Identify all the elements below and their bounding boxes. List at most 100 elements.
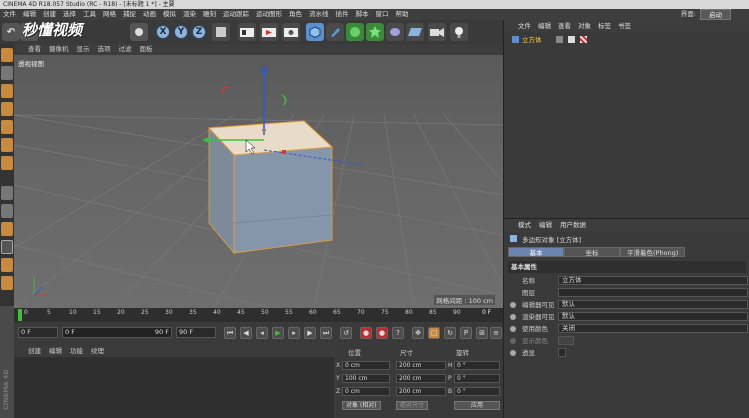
tab-phong[interactable]: 平滑着色(Phong) <box>620 247 686 257</box>
rotation-b-field[interactable]: 0 ° <box>454 387 500 396</box>
rotation-p-field[interactable]: 0 ° <box>454 374 500 383</box>
menu-mograph[interactable]: 运动图形 <box>256 9 282 20</box>
cloner-icon[interactable] <box>366 23 384 41</box>
scale-key-icon[interactable]: □ <box>428 327 440 339</box>
xray-checkbox[interactable] <box>558 348 566 357</box>
position-y-field[interactable]: 100 cm <box>342 374 390 383</box>
floor-icon[interactable] <box>406 23 424 41</box>
at-menu-mode[interactable]: 模式 <box>518 219 531 232</box>
model-mode-icon[interactable] <box>1 66 13 80</box>
editor-visible-dropdown[interactable]: 默认 <box>558 300 748 309</box>
snap-icon[interactable] <box>1 222 13 236</box>
at-menu-edit[interactable]: 编辑 <box>539 219 552 232</box>
tab-basic[interactable]: 基本 <box>508 247 564 257</box>
end-frame-field[interactable]: 90 F <box>176 327 216 338</box>
menu-script[interactable]: 脚本 <box>356 9 369 20</box>
move-key-icon[interactable]: ✥ <box>412 327 424 339</box>
play-icon[interactable]: ▶ <box>272 327 284 339</box>
goto-start-icon[interactable]: ⏮ <box>224 327 236 339</box>
tweak-mode-icon[interactable] <box>1 204 13 218</box>
autokey-icon[interactable]: ● <box>376 327 388 339</box>
menu-simulate[interactable]: 模拟 <box>163 9 176 20</box>
rotate-key-icon[interactable]: ↻ <box>444 327 456 339</box>
loop-icon[interactable]: ↺ <box>340 327 352 339</box>
menu-mesh[interactable]: 网格 <box>103 9 116 20</box>
subdivision-surface-icon[interactable] <box>346 23 364 41</box>
vp-menu-display[interactable]: 显示 <box>77 44 90 55</box>
om-menu-view[interactable]: 查看 <box>558 20 571 32</box>
planar-workplane-icon[interactable] <box>1 258 13 272</box>
cube-object[interactable] <box>207 120 334 255</box>
light-icon[interactable] <box>450 23 468 41</box>
prev-key-icon[interactable]: ◀ <box>240 327 252 339</box>
apply-button[interactable]: 应用 <box>454 401 500 410</box>
menu-character[interactable]: 角色 <box>289 9 302 20</box>
size-y-field[interactable]: 200 cm <box>396 374 446 383</box>
animate-radio-icon[interactable] <box>510 326 516 332</box>
menu-sculpt[interactable]: 雕刻 <box>203 9 216 20</box>
menu-motion-tracking[interactable]: 运动跟踪 <box>223 9 249 20</box>
render-picture-viewer-icon[interactable] <box>260 23 278 41</box>
animate-radio-icon[interactable] <box>510 302 516 308</box>
coordinate-mode-dropdown[interactable]: 对象 (相对) <box>342 401 381 410</box>
texture-mode-icon[interactable] <box>1 84 13 98</box>
use-color-dropdown[interactable]: 关闭 <box>558 324 748 333</box>
menu-help[interactable]: 帮助 <box>396 9 409 20</box>
position-z-field[interactable]: 0 cm <box>342 387 390 396</box>
object-name[interactable]: 立方体 <box>522 36 542 44</box>
deformer-icon[interactable] <box>386 23 404 41</box>
polygons-mode-icon[interactable] <box>1 156 13 170</box>
animate-radio-icon[interactable] <box>510 338 516 344</box>
workplane-mode-icon[interactable] <box>1 102 13 116</box>
mat-menu-function[interactable]: 功能 <box>70 346 83 357</box>
timeline-ruler[interactable]: 0 5 10 15 20 25 30 35 40 45 50 55 60 65 … <box>14 308 503 322</box>
display-color-swatch[interactable] <box>558 336 574 345</box>
undo-icon[interactable]: ↶ <box>2 23 20 41</box>
phong-tag-icon[interactable] <box>580 36 587 43</box>
vp-menu-view[interactable]: 查看 <box>28 44 41 55</box>
vp-menu-cameras[interactable]: 摄像机 <box>49 44 69 55</box>
menu-plugins[interactable]: 插件 <box>336 9 349 20</box>
camera-icon[interactable] <box>428 23 446 41</box>
next-frame-icon[interactable]: ▸ <box>288 327 300 339</box>
size-mode-dropdown[interactable]: 绝对尺寸 <box>396 401 429 410</box>
om-menu-file[interactable]: 文件 <box>518 20 531 32</box>
menu-snap[interactable]: 捕捉 <box>123 9 136 20</box>
record-icon[interactable]: ● <box>360 327 372 339</box>
menu-render[interactable]: 渲染 <box>183 9 196 20</box>
visibility-dots-icon[interactable] <box>556 36 563 43</box>
vp-menu-filter[interactable]: 过滤 <box>119 44 132 55</box>
magnet-icon[interactable] <box>1 276 13 290</box>
menu-pipeline[interactable]: 流水线 <box>309 9 329 20</box>
prev-frame-icon[interactable]: ◂ <box>256 327 268 339</box>
rotation-h-field[interactable]: 0 ° <box>454 361 500 370</box>
om-menu-tags[interactable]: 标签 <box>598 20 611 32</box>
menu-window[interactable]: 窗口 <box>376 9 389 20</box>
make-editable-icon[interactable] <box>1 48 13 62</box>
perspective-viewport[interactable]: 透视视图 网格间距 : 100 cm <box>14 55 503 308</box>
render-view-icon[interactable] <box>238 23 256 41</box>
animate-radio-icon[interactable] <box>510 350 516 356</box>
tab-coord[interactable]: 坐标 <box>564 247 620 257</box>
position-x-field[interactable]: 0 cm <box>342 361 390 370</box>
animate-radio-icon[interactable] <box>510 314 516 320</box>
pla-key-icon[interactable]: ⊞ <box>476 327 488 339</box>
pen-icon[interactable] <box>326 23 344 41</box>
vp-menu-panel[interactable]: 面板 <box>140 44 153 55</box>
z-axis-lock-button[interactable]: Z <box>192 25 206 39</box>
render-visible-dropdown[interactable]: 默认 <box>558 312 748 321</box>
keyframe-selection-icon[interactable]: ? <box>392 327 404 339</box>
edges-mode-icon[interactable] <box>1 138 13 152</box>
object-row-cube[interactable]: 立方体 <box>504 35 749 45</box>
om-menu-edit[interactable]: 编辑 <box>538 20 551 32</box>
mat-menu-edit[interactable]: 编辑 <box>49 346 62 357</box>
points-mode-icon[interactable] <box>1 120 13 134</box>
layout-dropdown[interactable]: 启动 <box>700 9 731 20</box>
timeline-menu-icon[interactable]: ≡ <box>490 327 502 339</box>
at-menu-userdata[interactable]: 用户数据 <box>560 219 586 232</box>
mat-menu-create[interactable]: 创建 <box>28 346 41 357</box>
menu-animate[interactable]: 动画 <box>143 9 156 20</box>
y-axis-lock-button[interactable]: Y <box>174 25 188 39</box>
goto-end-icon[interactable]: ⏭ <box>320 327 332 339</box>
render-settings-icon[interactable] <box>282 23 300 41</box>
